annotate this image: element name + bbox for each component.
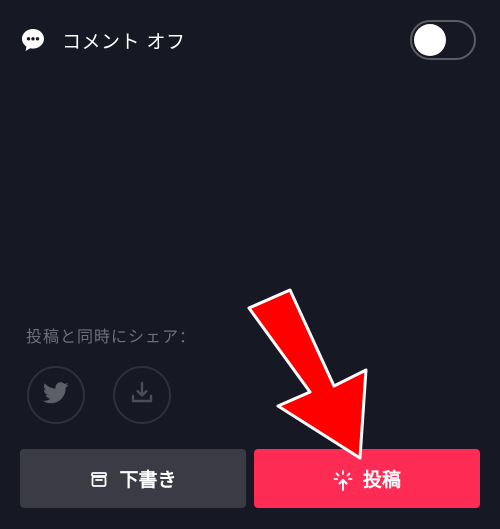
post-button[interactable]: 投稿 (254, 449, 480, 508)
download-icon (129, 380, 155, 410)
twitter-icon (42, 382, 69, 408)
post-settings-screen: コメント オフ 投稿と同時にシェア： 下書き 投稿 (0, 0, 500, 529)
post-button-label: 投稿 (362, 469, 401, 491)
draft-button-label: 下書き (119, 469, 177, 491)
share-label: 投稿と同時にシェア： (26, 327, 197, 346)
comment-setting-label: コメント オフ (62, 30, 186, 53)
comment-toggle[interactable] (410, 20, 476, 60)
draft-button[interactable]: 下書き (20, 449, 246, 508)
comment-bubble-icon (20, 27, 46, 53)
draft-box-icon (89, 469, 109, 489)
share-twitter-button[interactable] (27, 366, 85, 424)
share-download-button[interactable] (113, 366, 171, 424)
comment-setting-row: コメント オフ (20, 20, 480, 60)
toggle-knob (414, 24, 446, 56)
sparkle-arrow-icon (333, 469, 353, 491)
